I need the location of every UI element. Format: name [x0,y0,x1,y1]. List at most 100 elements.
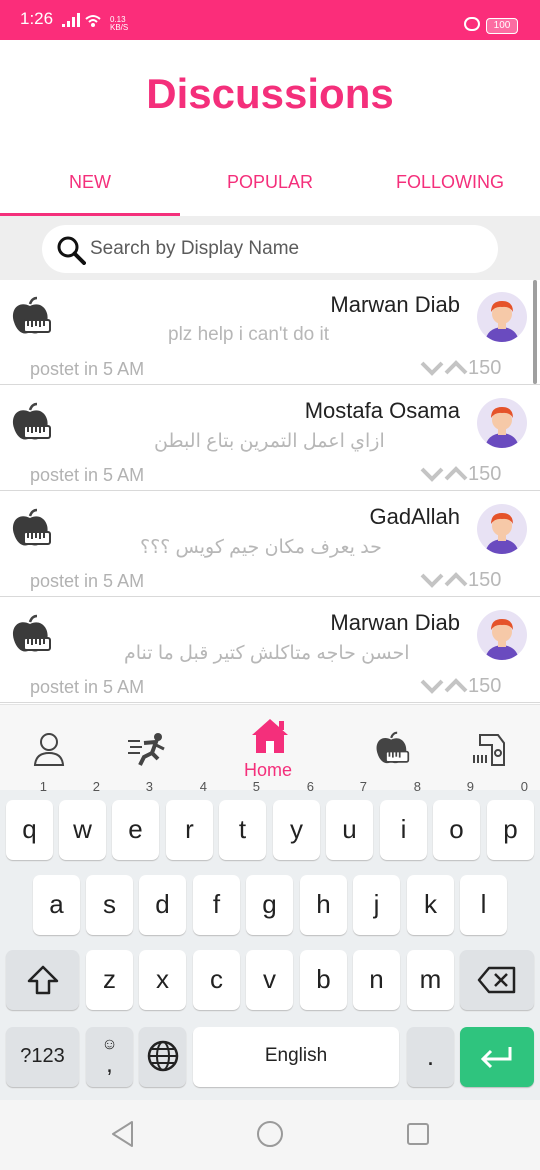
back-icon[interactable] [110,1120,136,1148]
page-title: Discussions [146,70,394,117]
backspace-icon [477,966,516,994]
post-time: postet in 5 AM [30,359,145,379]
post-message: plz help i can't do it [168,324,329,345]
key-a[interactable]: a [33,875,80,935]
language-key[interactable] [139,1027,186,1087]
nav-home-label[interactable]: Home [244,760,292,781]
bottom-nav: Home [0,704,540,790]
space-key[interactable]: English [193,1027,399,1087]
net-speed: 0.13 KB/S [110,15,129,32]
upvote-icon[interactable] [444,466,468,482]
workout-icon[interactable] [126,731,168,767]
upvote-icon[interactable] [444,360,468,376]
nutrition-icon [12,508,51,546]
status-bar: 1:26 0.13 KB/S 100 [0,0,540,40]
tab-new[interactable]: NEW [0,172,180,193]
key-c[interactable]: c [193,950,240,1010]
upvote-icon[interactable] [444,678,468,694]
post-author: GadAllah [369,504,460,529]
key-i[interactable]: i8 [380,780,427,860]
key-u[interactable]: u7 [326,780,373,860]
rotation-lock-icon [464,17,480,31]
key-q[interactable]: q1 [6,780,53,860]
post-author: Marwan Diab [330,292,460,317]
vote-count: 150 [468,463,502,485]
period-key[interactable]: . [407,1027,454,1087]
post-row[interactable]: Mostafa Osama ازاي اعمل التمرين بتاع الب… [0,386,540,491]
key-k[interactable]: k [407,875,454,935]
key-p[interactable]: p0 [487,780,534,860]
globe-icon [147,1040,178,1072]
soft-keyboard: q1 w2 e3 r4 t5 y6 u7 i8 o9 p0 a s d f g … [0,780,540,1100]
post-author: Marwan Diab [330,610,460,635]
key-x[interactable]: x [139,950,186,1010]
key-f[interactable]: f [193,875,240,935]
downvote-icon[interactable] [420,360,444,376]
vote-control: 150 [420,357,501,380]
avatar[interactable] [477,292,527,342]
key-b[interactable]: b [300,950,347,1010]
vote-control: 150 [420,675,501,698]
discussion-list[interactable]: Marwan Diab plz help i can't do it poste… [0,280,540,704]
profile-icon[interactable] [32,731,66,767]
avatar[interactable] [477,398,527,448]
key-y[interactable]: y6 [273,780,320,860]
key-s[interactable]: s [86,875,133,935]
post-row[interactable]: Marwan Diab احسن حاجه متاكلش كتير قبل ما… [0,598,540,703]
downvote-icon[interactable] [420,572,444,588]
key-h[interactable]: h [300,875,347,935]
home-circle-icon[interactable] [256,1120,284,1148]
downvote-icon[interactable] [420,466,444,482]
downvote-icon[interactable] [420,678,444,694]
vote-control: 150 [420,569,501,592]
key-r[interactable]: r4 [166,780,213,860]
post-time: postet in 5 AM [30,677,145,697]
system-nav-bar [0,1100,540,1170]
post-message: احسن حاجه متاكلش كتير قبل ما تنام [124,643,410,664]
backspace-key[interactable] [460,950,534,1010]
tab-bar: NEW POPULAR FOLLOWING [0,160,540,216]
post-row[interactable]: GadAllah حد يعرف مكان جيم كويس ؟؟؟ poste… [0,492,540,597]
scale-icon[interactable] [472,731,508,767]
key-l[interactable]: l [460,875,507,935]
key-z[interactable]: z [86,950,133,1010]
nutrition-icon[interactable] [374,731,410,767]
key-o[interactable]: o9 [433,780,480,860]
search-box[interactable] [42,225,498,273]
key-g[interactable]: g [246,875,293,935]
post-message: حد يعرف مكان جيم كويس ؟؟؟ [140,537,382,558]
list-scrollbar[interactable] [533,280,537,384]
tab-popular[interactable]: POPULAR [180,172,360,193]
key-v[interactable]: v [246,950,293,1010]
key-n[interactable]: n [353,950,400,1010]
enter-key[interactable] [460,1027,534,1087]
upvote-icon[interactable] [444,572,468,588]
search-input[interactable] [90,233,470,265]
key-j[interactable]: j [353,875,400,935]
enter-icon [480,1047,512,1069]
avatar-image [485,407,519,448]
post-row[interactable]: Marwan Diab plz help i can't do it poste… [0,280,540,385]
key-d[interactable]: d [139,875,186,935]
shift-key[interactable] [6,950,79,1010]
tab-following[interactable]: FOLLOWING [360,172,540,193]
search-icon [57,236,86,265]
avatar-image [485,619,519,660]
nutrition-icon [12,614,51,652]
symbols-key[interactable]: ?123 [6,1027,79,1087]
post-author: Mostafa Osama [304,398,460,423]
key-t[interactable]: t5 [219,780,266,860]
avatar[interactable] [477,504,527,554]
avatar[interactable] [477,610,527,660]
vote-count: 150 [468,675,502,697]
key-e[interactable]: e3 [112,780,159,860]
post-message: ازاي اعمل التمرين بتاع البطن [154,431,385,452]
nutrition-icon [12,402,51,440]
key-m[interactable]: m [407,950,454,1010]
home-icon[interactable] [250,717,290,755]
nutrition-icon [12,296,51,334]
key-w[interactable]: w2 [59,780,106,860]
emoji-comma-key[interactable]: ☺ , [86,1027,133,1087]
vote-count: 150 [468,569,502,591]
recents-icon[interactable] [406,1122,430,1146]
